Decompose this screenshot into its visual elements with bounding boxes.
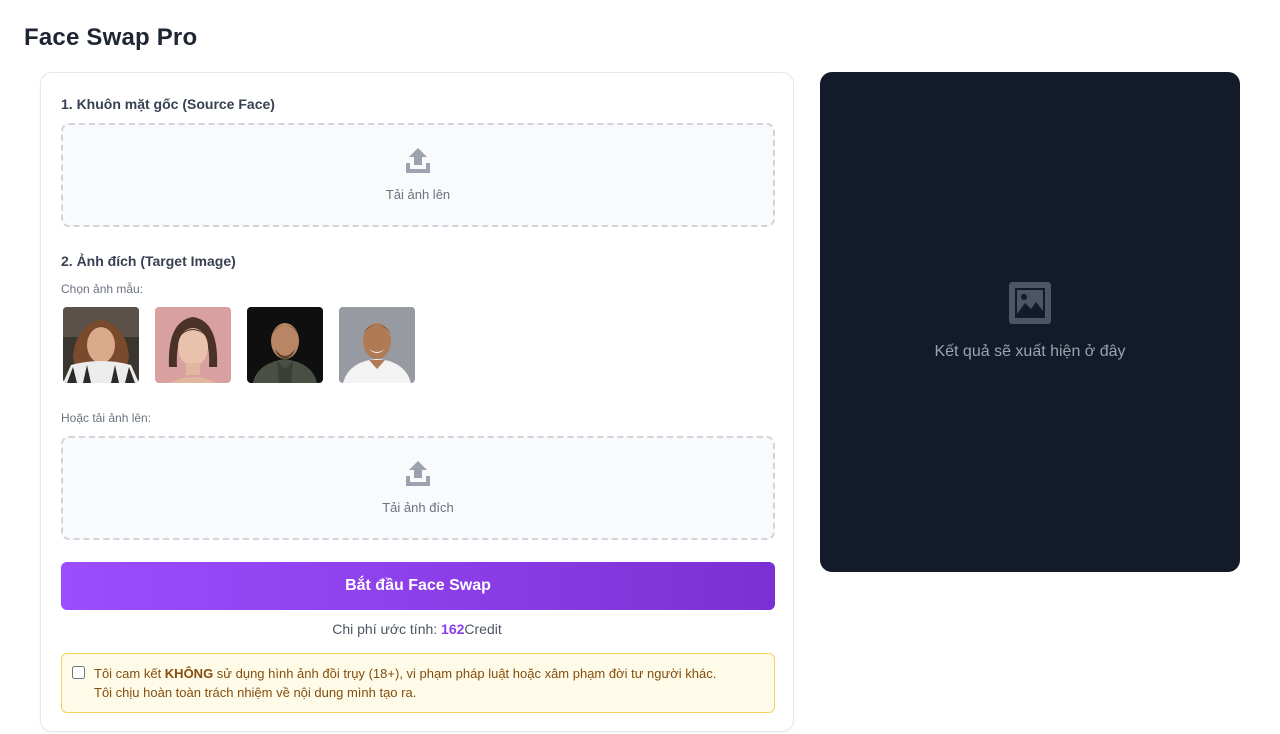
estimated-cost: Chi phí ước tính: 162Credit [41, 621, 793, 637]
cost-prefix: Chi phí ước tính: [332, 621, 442, 637]
image-placeholder-icon [1009, 282, 1051, 324]
cost-unit: Credit [464, 621, 502, 637]
consent-text-before: Tôi cam kết [94, 666, 165, 681]
face-swap-form: 1. Khuôn mặt gốc (Source Face) Tải ảnh l… [40, 72, 794, 732]
consent-text-line2: Tôi chịu hoàn toàn trách nhiệm về nội du… [94, 685, 417, 700]
upload-icon [406, 461, 430, 486]
result-panel: Kết quả sẽ xuất hiện ở đây [820, 72, 1240, 572]
consent-text-bold: KHÔNG [164, 666, 214, 681]
target-image-label: 2. Ảnh đích (Target Image) [61, 253, 236, 269]
sample-image-1[interactable] [63, 307, 139, 383]
cost-value: 162 [441, 621, 465, 637]
sample-image-3[interactable] [247, 307, 323, 383]
sample-images-label: Chọn ảnh mẫu: [61, 282, 144, 296]
source-face-label: 1. Khuôn mặt gốc (Source Face) [61, 96, 275, 112]
sample-image-4[interactable] [339, 307, 415, 383]
target-upload-text: Tải ảnh đích [382, 500, 454, 515]
consent-checkbox[interactable] [72, 666, 85, 679]
page-title: Face Swap Pro [24, 24, 198, 51]
consent-box: Tôi cam kết KHÔNG sử dụng hình ảnh đồi t… [61, 653, 775, 713]
consent-text-after: sử dụng hình ảnh đồi trụy (18+), vi phạm… [213, 666, 717, 681]
result-placeholder-text: Kết quả sẽ xuất hiện ở đây [934, 343, 1126, 360]
upload-icon [406, 148, 430, 173]
source-upload-text: Tải ảnh lên [385, 187, 451, 202]
source-face-dropzone[interactable]: Tải ảnh lên [61, 123, 775, 227]
target-image-dropzone[interactable]: Tải ảnh đích [61, 436, 775, 540]
start-face-swap-button[interactable]: Bắt đầu Face Swap [61, 562, 775, 610]
upload-target-label: Hoặc tải ảnh lên: [61, 411, 152, 425]
consent-text: Tôi cam kết KHÔNG sử dụng hình ảnh đồi t… [94, 664, 762, 702]
sample-image-2[interactable] [155, 307, 231, 383]
